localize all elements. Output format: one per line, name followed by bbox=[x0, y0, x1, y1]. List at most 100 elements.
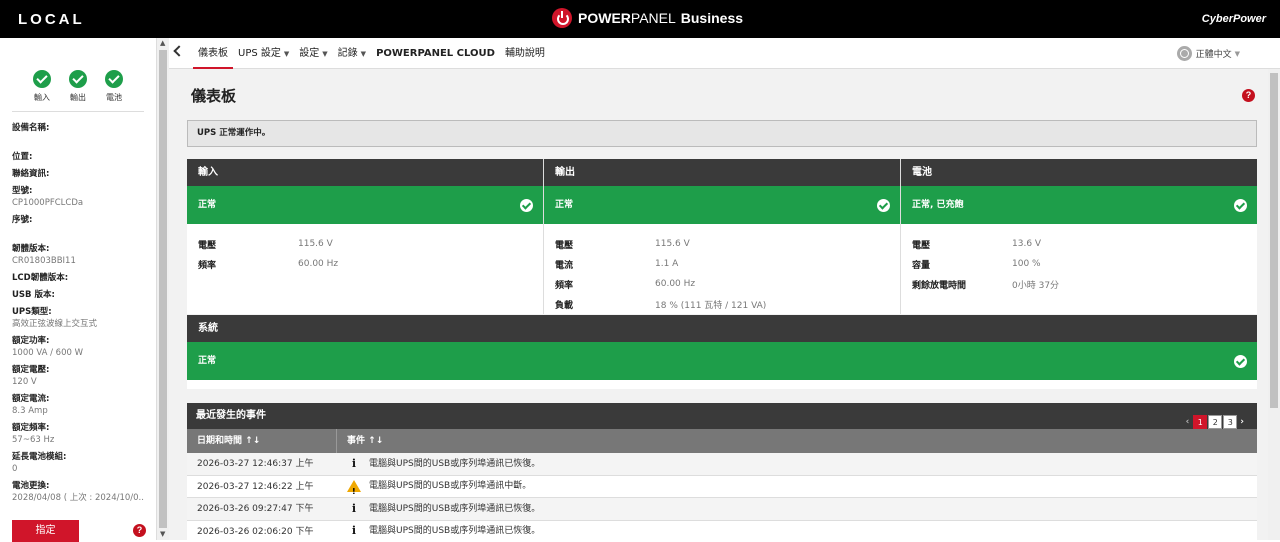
info-icon: i bbox=[351, 524, 357, 538]
main-scroll-thumb[interactable] bbox=[1270, 73, 1278, 408]
brand-business: Business bbox=[680, 10, 744, 26]
prop-value: 8.3 Amp bbox=[12, 406, 48, 416]
panel-status-label: 正常 bbox=[555, 200, 574, 210]
sort-icon: ↑↓ bbox=[245, 436, 261, 446]
status-input[interactable]: 輸入 bbox=[33, 70, 51, 103]
scroll-down-icon[interactable]: ▼ bbox=[160, 530, 165, 538]
event-time: 2026-03-27 12:46:22 上午 bbox=[197, 481, 314, 492]
status-message: UPS 正常運作中。 bbox=[187, 120, 1257, 147]
kv-key: 頻率 bbox=[555, 280, 574, 291]
kv-row: 電壓 115.6 V bbox=[198, 234, 532, 254]
kv-value: 60.00 Hz bbox=[655, 279, 696, 289]
prop-value: 0 bbox=[12, 464, 18, 474]
power-logo-icon bbox=[552, 8, 572, 28]
globe-icon bbox=[1176, 46, 1192, 61]
prop-battery-modules: 延長電池模組: 0 bbox=[12, 451, 144, 475]
back-chevron-icon[interactable] bbox=[173, 45, 185, 57]
nav-help[interactable]: 輔助說明 bbox=[500, 38, 550, 69]
prop-ups-type: UPS類型: 高效正弦波線上交互式 bbox=[12, 306, 144, 330]
recent-events: 最近發生的事件 ‹ 1 2 3 › 日期和時間 ↑↓ 事件 ↑↓ 2026-03… bbox=[187, 403, 1257, 540]
brand-power: POWER bbox=[578, 10, 631, 26]
events-title: 最近發生的事件 bbox=[196, 410, 266, 421]
kv-key: 電壓 bbox=[198, 240, 217, 251]
prop-value: 2028/04/08 ( 上次 : 2024/10/0... bbox=[12, 493, 144, 503]
caret-down-icon: ▼ bbox=[283, 50, 290, 58]
prop-key: USB 版本: bbox=[12, 290, 55, 300]
prop-rated-frequency: 額定頻率: 57~63 Hz bbox=[12, 422, 144, 446]
prop-key: 額定電壓: bbox=[12, 365, 50, 375]
kv-value: 13.6 V bbox=[1012, 239, 1042, 249]
status-panels: 輸入 正常 電壓 115.6 V 頻率 60.00 Hz 輸出 正常 電壓 115.6… bbox=[187, 159, 1257, 314]
prop-key: 額定電流: bbox=[12, 394, 50, 404]
prop-battery-replace: 電池更換: 2028/04/08 ( 上次 : 2024/10/0... bbox=[12, 480, 144, 504]
assign-button[interactable]: 指定 bbox=[12, 520, 79, 542]
kv-value: 100 % bbox=[1012, 259, 1041, 269]
page-button[interactable]: 2 bbox=[1208, 415, 1223, 429]
help-icon[interactable]: ? bbox=[133, 524, 146, 537]
page-button[interactable]: 1 bbox=[1193, 415, 1208, 429]
check-circle-icon bbox=[1234, 199, 1247, 212]
check-circle-icon bbox=[69, 70, 87, 88]
main-content: 儀表板 ? UPS 正常運作中。 輸入 正常 電壓 115.6 V 頻率 60.00… bbox=[169, 69, 1268, 540]
col-label: 事件 bbox=[347, 436, 366, 446]
events-table-header: 日期和時間 ↑↓ 事件 ↑↓ bbox=[187, 429, 1257, 453]
prop-key: 額定頻率: bbox=[12, 423, 50, 433]
prop-rated-power: 額定功率: 1000 VA / 600 W bbox=[12, 335, 144, 359]
prop-value: 1000 VA / 600 W bbox=[12, 348, 84, 358]
status-battery[interactable]: 電池 bbox=[105, 70, 123, 103]
nav-dashboard[interactable]: 儀表板 bbox=[193, 38, 233, 69]
device-properties: 設備名稱: 位置: 聯絡資訊: 型號: CP1000PFCLCDa 序號: 韌體版… bbox=[0, 112, 156, 519]
caret-down-icon: ▼ bbox=[360, 50, 367, 58]
prop-value: 120 V bbox=[12, 377, 37, 387]
language-selector[interactable]: 正體中文 ▼ bbox=[1176, 46, 1240, 61]
check-circle-icon bbox=[105, 70, 123, 88]
col-time-header[interactable]: 日期和時間 ↑↓ bbox=[187, 429, 337, 453]
kv-row: 頻率 60.00 Hz bbox=[555, 274, 889, 294]
status-input-label: 輸入 bbox=[34, 93, 50, 102]
nav-logs[interactable]: 記錄 ▼ bbox=[333, 38, 371, 69]
prop-key: 延長電池模組: bbox=[12, 452, 67, 462]
nav-label: POWERPANEL CLOUD bbox=[376, 48, 495, 59]
status-summary: 輸入 輸出 電池 bbox=[12, 38, 144, 112]
brand-logo: POWER PANEL Business bbox=[552, 8, 743, 28]
nav-ups-settings[interactable]: UPS 設定 ▼ bbox=[233, 38, 294, 69]
help-icon[interactable]: ? bbox=[1242, 89, 1255, 102]
panel-status: 正常 bbox=[187, 186, 543, 224]
table-row: 2026-03-26 09:27:47 下午 i 電腦與UPS間的USB或序列埠通… bbox=[187, 498, 1257, 521]
panel-title: 輸出 bbox=[544, 159, 900, 186]
kv-key: 電流 bbox=[555, 260, 574, 271]
panel-status: 正常 bbox=[187, 342, 1257, 380]
main-nav: 儀表板 UPS 設定 ▼ 設定 ▼ 記錄 ▼ POWERPANEL CLOUD 輔助說… bbox=[169, 38, 1280, 69]
table-row: 2026-03-27 12:46:37 上午 i 電腦與UPS間的USB或序列埠通… bbox=[187, 453, 1257, 476]
event-text: 電腦與UPS間的USB或序列埠通訊已恢復。 bbox=[369, 458, 541, 469]
nav-cloud[interactable]: POWERPANEL CLOUD bbox=[371, 38, 500, 69]
prop-key: 電池更換: bbox=[12, 481, 50, 491]
kv-value: 18 % (111 瓦特 / 121 VA) bbox=[655, 300, 767, 311]
scroll-up-icon[interactable]: ▲ bbox=[160, 39, 165, 47]
nav-label: 儀表板 bbox=[198, 48, 228, 59]
kv-value: 1.1 A bbox=[655, 259, 679, 269]
status-output[interactable]: 輸出 bbox=[69, 70, 87, 103]
pagination: ‹ 1 2 3 › bbox=[1183, 409, 1247, 435]
prop-usb-version: USB 版本: bbox=[12, 289, 144, 301]
kv-value: 60.00 Hz bbox=[298, 259, 339, 269]
events-rows: 2026-03-27 12:46:37 上午 i 電腦與UPS間的USB或序列埠通… bbox=[187, 453, 1257, 540]
prop-contact: 聯絡資訊: bbox=[12, 168, 144, 180]
nav-settings[interactable]: 設定 ▼ bbox=[294, 38, 332, 69]
prop-location: 位置: bbox=[12, 151, 144, 163]
panel-output: 輸出 正常 電壓 115.6 V 電流 1.1 A 頻率 60.00 Hz 負載 18 … bbox=[544, 159, 901, 314]
location-label: LOCAL bbox=[18, 11, 85, 28]
sidebar-scroll-thumb[interactable] bbox=[159, 50, 167, 528]
sidebar-scrollbar[interactable]: ▲ ▼ bbox=[157, 38, 169, 540]
col-event-header[interactable]: 事件 ↑↓ bbox=[337, 429, 1257, 453]
prop-value: 57~63 Hz bbox=[12, 435, 55, 445]
main-scrollbar[interactable] bbox=[1268, 69, 1280, 540]
event-text: 電腦與UPS間的USB或序列埠通訊中斷。 bbox=[369, 481, 532, 492]
next-page-icon[interactable]: › bbox=[1240, 409, 1244, 435]
page-button[interactable]: 3 bbox=[1223, 415, 1238, 429]
panel-title: 系統 bbox=[187, 315, 1257, 342]
kv-row: 頻率 60.00 Hz bbox=[198, 254, 532, 274]
prev-page-icon[interactable]: ‹ bbox=[1186, 409, 1190, 435]
prop-rated-current: 額定電流: 8.3 Amp bbox=[12, 393, 144, 417]
event-text: 電腦與UPS間的USB或序列埠通訊已恢復。 bbox=[369, 503, 541, 514]
